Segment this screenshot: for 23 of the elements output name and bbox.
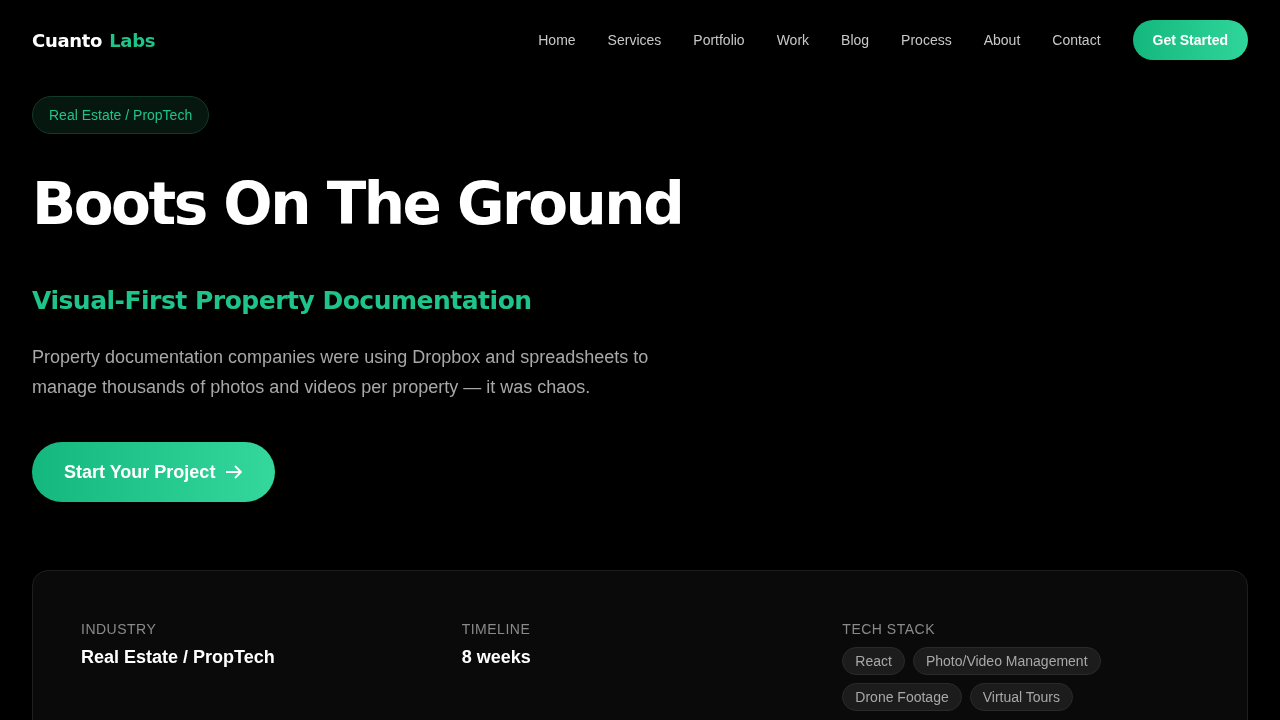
description: Property documentation companies were using Dropbox and spreadsheets to manage thousands of photos and videos per property — it was chaos. [32, 346, 650, 399]
detail-value: Real Estate / PropTech [81, 647, 276, 668]
tech-tag: Virtual Tours [969, 683, 1074, 711]
detail-label: TIMELINE [461, 621, 532, 637]
arrow-right-icon [225, 465, 244, 479]
category-badge: Real Estate / PropTech [32, 96, 210, 134]
nav-link[interactable]: Work [776, 32, 810, 48]
detail-label: TECH STACK [842, 621, 936, 637]
subtitle: Visual-First Property Documentation [32, 285, 533, 317]
detail-value: 8 weeks [461, 647, 532, 668]
logo[interactable]: Cuanto Labs [32, 29, 156, 51]
tech-tag: Photo/Video Management [912, 647, 1101, 675]
nav-link[interactable]: Blog [841, 32, 870, 48]
detail-label: INDUSTRY [81, 621, 158, 637]
tech-tag: React [842, 647, 905, 675]
nav-link[interactable]: Process [901, 32, 952, 48]
nav-link[interactable]: Services [607, 32, 662, 48]
nav-link[interactable]: Home [538, 32, 576, 48]
nav-link[interactable]: Contact [1052, 32, 1101, 48]
nav-link[interactable]: Portfolio [693, 32, 745, 48]
tech-tag: Drone Footage [842, 683, 962, 711]
page-title: Boots On The Ground [32, 169, 684, 240]
nav-link[interactable]: About [983, 32, 1021, 48]
